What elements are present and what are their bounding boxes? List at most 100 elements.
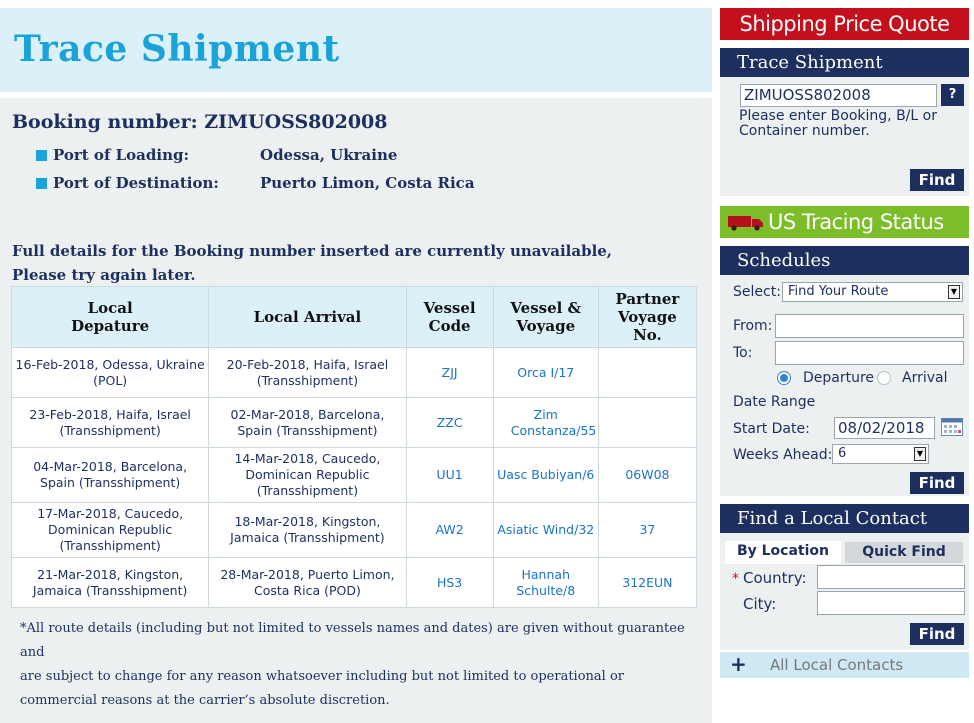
required-mark: * (732, 571, 739, 587)
country-input[interactable] (817, 565, 965, 589)
page-title: Trace Shipment (14, 28, 340, 70)
col-vessel-voyage: Vessel & Voyage (492, 286, 599, 348)
all-local-contacts-row[interactable]: + All Local Contacts (720, 652, 969, 678)
contact-panel-title: Find a Local Contact (720, 504, 969, 533)
weeks-ahead-value: 6 (838, 446, 847, 461)
schedules-panel-title: Schedules (720, 246, 969, 275)
tab-quick-find[interactable]: Quick Find (845, 542, 963, 563)
cell-arrival: 18-Mar-2018, Kingston, Jamaica (Transshi… (208, 502, 407, 558)
cell-vessel-voyage[interactable]: Orca I/17 (492, 347, 599, 398)
cell-departure: 17-Mar-2018, Caucedo, Dominican Republic… (10, 502, 210, 558)
cell-vessel-code[interactable]: AW2 (405, 502, 494, 558)
route-select-value: Find Your Route (788, 284, 889, 299)
main-content: Trace Shipment Booking number: ZIMUOSS80… (0, 0, 712, 723)
trace-find-button[interactable]: Find (910, 169, 964, 191)
calendar-icon[interactable] (941, 418, 963, 436)
departure-radio[interactable] (777, 371, 791, 385)
truck-icon (728, 216, 763, 231)
date-range-label: Date Range (733, 394, 816, 410)
select-label: Select: (733, 284, 781, 300)
schedules-find-button[interactable]: Find (910, 472, 964, 494)
cell-vessel-voyage[interactable]: Uasc Bubiyan/6 (492, 447, 599, 503)
cell-partner-voyage: 37 (597, 502, 698, 558)
start-date-label: Start Date: (733, 421, 810, 437)
disclaimer-line: are subject to change for any reason wha… (20, 669, 624, 708)
chevron-down-icon: ▼ (948, 285, 960, 299)
port-label: Port of Destination: (53, 174, 219, 192)
to-input[interactable] (775, 341, 964, 365)
col-vessel-code: Vessel Code (405, 286, 494, 348)
table-row: 21-Mar-2018, Kingston, Jamaica (Transshi… (10, 557, 698, 608)
weeks-ahead-select[interactable]: 6 ▼ (832, 444, 929, 464)
to-label: To: (733, 345, 753, 361)
city-input[interactable] (817, 591, 965, 615)
bullet-icon (36, 149, 47, 161)
port-value: Odessa, Ukraine (260, 146, 398, 164)
port-label: Port of Loading: (53, 146, 190, 164)
col-partner-voyage: Partner Voyage No. (597, 286, 698, 348)
col-local-departure: Local Depature (10, 286, 210, 348)
start-date-input[interactable]: 08/02/2018 (834, 417, 935, 439)
table-row: 23-Feb-2018, Haifa, Israel (Transshipmen… (10, 397, 698, 448)
notice-line: Full details for the Booking number inse… (12, 242, 613, 260)
cell-arrival: 02-Mar-2018, Barcelona, Spain (Transship… (208, 397, 407, 448)
shipping-price-quote-banner[interactable]: Shipping Price Quote (720, 8, 969, 40)
port-value: Puerto Limon, Costa Rica (260, 174, 475, 192)
unavailable-notice: Full details for the Booking number inse… (12, 239, 612, 287)
cell-vessel-code[interactable]: ZZC (405, 397, 494, 448)
arrival-radio[interactable] (877, 371, 891, 385)
cell-departure: 16-Feb-2018, Odessa, Ukraine (POL) (10, 347, 210, 398)
port-of-destination: Port of Destination: Puerto Limon, Costa… (36, 174, 475, 192)
arrival-label: Arrival (902, 370, 948, 386)
all-local-contacts-label: All Local Contacts (770, 656, 904, 674)
cell-vessel-code[interactable]: ZJJ (405, 347, 494, 398)
us-tracing-label: US Tracing Status (768, 210, 944, 234)
cell-vessel-voyage[interactable]: Asiatic Wind/32 (492, 502, 599, 558)
plus-icon: + (730, 652, 747, 676)
col-local-arrival: Local Arrival (208, 286, 407, 348)
help-button[interactable]: ? (941, 84, 964, 106)
table-row: 16-Feb-2018, Odessa, Ukraine (POL) 20-Fe… (10, 347, 698, 398)
table-row: 17-Mar-2018, Caucedo, Dominican Republic… (10, 502, 698, 558)
cell-partner-voyage (597, 347, 698, 398)
cell-vessel-voyage[interactable]: Hannah Schulte/8 (492, 557, 599, 608)
tab-by-location[interactable]: By Location (725, 541, 841, 564)
bullet-icon (36, 177, 47, 189)
departure-label: Departure (803, 370, 875, 386)
cell-departure: 23-Feb-2018, Haifa, Israel (Transshipmen… (10, 397, 210, 448)
trace-panel-title: Trace Shipment (720, 48, 969, 77)
trace-hint: Please enter Booking, B/L or Container n… (739, 108, 937, 139)
cell-departure: 21-Mar-2018, Kingston, Jamaica (Transshi… (10, 557, 210, 608)
cell-vessel-code[interactable]: UU1 (405, 447, 494, 503)
table-header-row: Local Depature Local Arrival Vessel Code… (10, 286, 698, 348)
from-input[interactable] (775, 314, 964, 338)
cell-departure: 04-Mar-2018, Barcelona, Spain (Transship… (10, 447, 210, 503)
cell-partner-voyage: 06W08 (597, 447, 698, 503)
notice-line: Please try again later. (12, 266, 196, 284)
country-label: Country: (743, 569, 807, 587)
route-table: Local Depature Local Arrival Vessel Code… (10, 286, 698, 608)
cell-vessel-code[interactable]: HS3 (405, 557, 494, 608)
title-bar: Trace Shipment (0, 8, 712, 92)
table-row: 04-Mar-2018, Barcelona, Spain (Transship… (10, 447, 698, 503)
port-of-loading: Port of Loading: Odessa, Ukraine (36, 146, 397, 164)
trace-input[interactable]: ZIMUOSS802008 (740, 84, 937, 107)
cell-partner-voyage: 312EUN (597, 557, 698, 608)
chevron-down-icon: ▼ (914, 447, 926, 461)
contact-panel: By Location Quick Find * Country: City: … (720, 533, 969, 650)
weeks-ahead-label: Weeks Ahead: (733, 447, 833, 463)
trace-panel: ZIMUOSS802008 ? Please enter Booking, B/… (720, 77, 969, 196)
city-label: City: (743, 595, 777, 613)
disclaimer: *All route details (including but not li… (20, 617, 705, 713)
schedules-panel: Select: Find Your Route ▼ From: To: Depa… (720, 275, 969, 496)
from-label: From: (733, 318, 773, 334)
cell-vessel-voyage[interactable]: Zim Constanza/55 (492, 397, 599, 448)
booking-number: Booking number: ZIMUOSS802008 (12, 111, 388, 133)
cell-partner-voyage (597, 397, 698, 448)
us-tracing-status-banner[interactable]: US Tracing Status (720, 206, 969, 238)
cell-arrival: 28-Mar-2018, Puerto Limon, Costa Rica (P… (208, 557, 407, 608)
cell-arrival: 14-Mar-2018, Caucedo, Dominican Republic… (208, 447, 407, 503)
cell-arrival: 20-Feb-2018, Haifa, Israel (Transshipmen… (208, 347, 407, 398)
contact-find-button[interactable]: Find (910, 623, 964, 645)
route-select[interactable]: Find Your Route ▼ (782, 282, 963, 302)
